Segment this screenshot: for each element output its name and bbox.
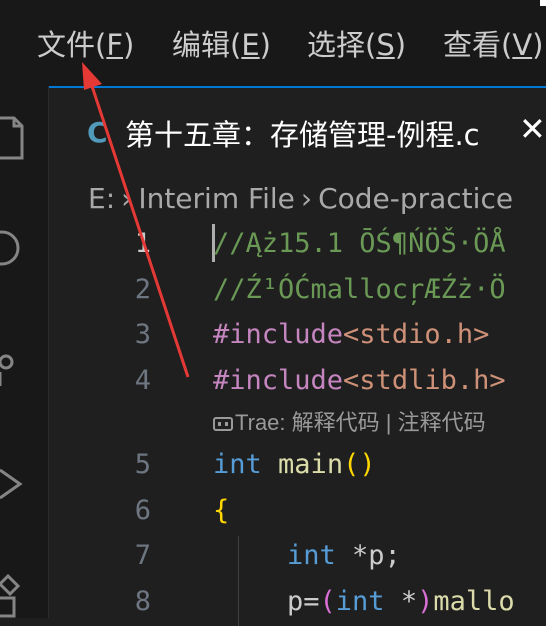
source-control-icon[interactable] bbox=[0, 342, 30, 396]
paren: ) bbox=[417, 586, 434, 617]
menu-bar: 文件(F) 编辑(E) 选择(S) 查看(V) bbox=[0, 0, 546, 86]
menu-file-accel: F bbox=[106, 28, 124, 62]
run-debug-icon[interactable] bbox=[0, 458, 30, 512]
line-number: 7 bbox=[134, 540, 151, 571]
menu-selection-accel: S bbox=[376, 28, 395, 62]
codelens-actions[interactable]: Trae: 解释代码 | 注释代码 bbox=[213, 405, 486, 441]
include-directive: #include bbox=[213, 365, 344, 396]
menu-edit[interactable]: 编辑(E) bbox=[172, 22, 271, 68]
window-corner bbox=[540, 0, 546, 6]
paren: ( bbox=[319, 586, 336, 617]
line-number: 4 bbox=[134, 365, 151, 396]
code-line-3: #include<stdio.h> bbox=[213, 315, 489, 355]
indent-guide bbox=[238, 536, 239, 626]
code-text: *p; bbox=[335, 540, 401, 571]
files-icon[interactable] bbox=[0, 112, 30, 166]
code-line-6: { bbox=[213, 495, 230, 526]
code-line-1: //Ąż15.1 ŌŚ¶ŃÖŠ·ÖÅ bbox=[213, 228, 506, 259]
breadcrumb: E: › Interim File › Code-practice bbox=[88, 178, 513, 220]
header-name: <stdlib.h> bbox=[343, 365, 506, 396]
line-number: 6 bbox=[134, 495, 151, 526]
paren: () bbox=[343, 449, 376, 480]
code-line-8: p=(int *)mallo bbox=[287, 582, 515, 622]
activity-bar bbox=[0, 86, 49, 618]
function-name: main bbox=[278, 449, 344, 480]
menu-file-label: 文件( bbox=[37, 28, 107, 62]
trae-icon bbox=[213, 417, 233, 431]
menu-selection[interactable]: 选择(S) bbox=[307, 22, 406, 68]
menu-edit-close: ) bbox=[259, 28, 271, 62]
type-keyword: int bbox=[335, 586, 385, 617]
code-text: p= bbox=[287, 586, 320, 617]
menu-file[interactable]: 文件(F) bbox=[37, 22, 134, 68]
menu-selection-close: ) bbox=[394, 28, 407, 62]
code-line-7: int *p; bbox=[287, 536, 401, 576]
header-name: <stdio.h> bbox=[343, 319, 490, 350]
close-icon[interactable]: ✕ bbox=[519, 110, 546, 148]
line-number: 3 bbox=[134, 319, 151, 350]
extensions-icon[interactable] bbox=[0, 570, 30, 624]
menu-edit-label: 编辑( bbox=[172, 28, 242, 62]
line-number: 2 bbox=[134, 274, 151, 305]
code-line-4: #include<stdlib.h> bbox=[213, 361, 506, 401]
menu-edit-accel: E bbox=[241, 28, 260, 62]
line-number: 8 bbox=[134, 586, 151, 617]
code-line-5: int main() bbox=[213, 445, 376, 485]
menu-file-close: ) bbox=[123, 28, 135, 62]
function-name: mallo bbox=[433, 586, 515, 617]
menu-view-accel: V bbox=[512, 28, 533, 62]
c-language-icon: C bbox=[87, 116, 108, 149]
type-keyword: int bbox=[287, 540, 336, 571]
codelens-text[interactable]: Trae: 解释代码 | 注释代码 bbox=[235, 410, 486, 435]
search-icon[interactable] bbox=[0, 222, 30, 276]
tab-bar: C 第十五章：存储管理-例程.c ✕ bbox=[49, 86, 546, 176]
code-editor[interactable]: 1 2 3 4 5 6 7 8 //Ąż15.1 ŌŚ¶ŃÖŠ·ÖÅ //Ź¹Ó… bbox=[49, 222, 546, 626]
tab-title: 第十五章：存储管理-例程.c bbox=[125, 118, 480, 152]
menu-view[interactable]: 查看(V) bbox=[443, 22, 544, 68]
line-number: 5 bbox=[134, 449, 151, 480]
breadcrumb-folder[interactable]: Interim File bbox=[138, 182, 295, 215]
code-text: * bbox=[384, 586, 418, 617]
line-number: 1 bbox=[134, 228, 151, 259]
type-keyword: int bbox=[213, 449, 262, 480]
menu-view-close: ) bbox=[532, 28, 544, 62]
breadcrumb-folder[interactable]: Code-practice bbox=[318, 182, 513, 215]
code-line-2: //Ź¹ÓĆmallocŗÆŹż·Ö bbox=[213, 274, 506, 305]
chevron-right-icon: › bbox=[121, 182, 133, 215]
menu-selection-label: 选择( bbox=[307, 28, 377, 62]
menu-view-label: 查看( bbox=[443, 28, 513, 62]
include-directive: #include bbox=[213, 319, 344, 350]
editor-tab[interactable]: C 第十五章：存储管理-例程.c ✕ bbox=[49, 86, 546, 176]
chevron-right-icon: › bbox=[300, 182, 313, 215]
breadcrumb-drive[interactable]: E: bbox=[88, 182, 115, 215]
